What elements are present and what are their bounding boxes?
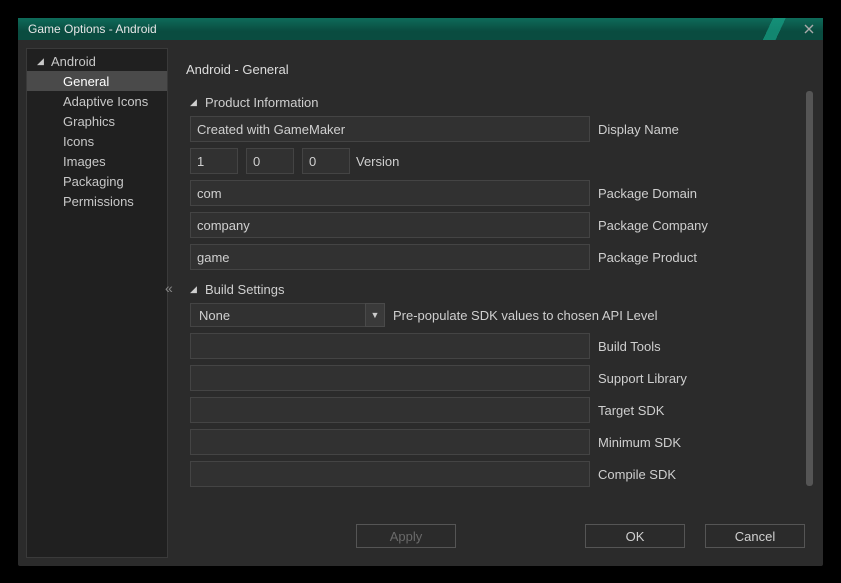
dialog-window: Game Options - Android ◢ Android General… [18,18,823,566]
sidebar-item-label: Images [63,154,106,169]
sidebar-item-label: General [63,74,109,89]
sidebar-item-graphics[interactable]: Graphics [27,111,167,131]
row-build-tools: Build Tools [190,333,795,359]
sidebar-item-label: Packaging [63,174,124,189]
page-title: Android - General [174,48,815,87]
chevron-down-icon[interactable]: ▼ [365,303,385,327]
disclosure-triangle-icon: ◢ [37,56,47,67]
ok-button[interactable]: OK [585,524,685,548]
row-version: Version [190,148,795,174]
row-display-name: Display Name [190,116,795,142]
compile-sdk-input[interactable] [190,461,590,487]
package-product-label: Package Product [598,250,795,265]
support-library-input[interactable] [190,365,590,391]
section-title: Product Information [205,95,318,110]
section-header-build-settings[interactable]: ◢ Build Settings [190,282,795,297]
target-sdk-label: Target SDK [598,403,795,418]
row-package-product: Package Product [190,244,795,270]
row-target-sdk: Target SDK [190,397,795,423]
footer-spacer [476,524,565,548]
version-patch-input[interactable] [302,148,350,174]
display-name-label: Display Name [598,122,795,137]
support-library-label: Support Library [598,371,795,386]
sdk-preset-label: Pre-populate SDK values to chosen API Le… [393,308,795,323]
settings-scroll-area: ◢ Product Information Display Name Versi… [174,87,815,516]
dialog-footer: Apply OK Cancel [174,516,815,558]
version-major-input[interactable] [190,148,238,174]
sidebar-item-packaging[interactable]: Packaging [27,171,167,191]
row-compile-sdk: Compile SDK [190,461,795,487]
cancel-button[interactable]: Cancel [705,524,805,548]
sidebar-item-general[interactable]: General [27,71,167,91]
minimum-sdk-input[interactable] [190,429,590,455]
sidebar-root-label: Android [51,54,96,69]
sidebar: ◢ Android General Adaptive Icons Graphic… [26,48,168,558]
version-label: Version [356,154,795,169]
sidebar-root-android[interactable]: ◢ Android [27,52,167,71]
section-header-product-info[interactable]: ◢ Product Information [190,95,795,110]
apply-button[interactable]: Apply [356,524,456,548]
package-company-input[interactable] [190,212,590,238]
sidebar-collapse-handle[interactable]: « [165,280,173,296]
version-minor-input[interactable] [246,148,294,174]
package-product-input[interactable] [190,244,590,270]
compile-sdk-label: Compile SDK [598,467,795,482]
sidebar-item-label: Permissions [63,194,134,209]
dialog-body: ◢ Android General Adaptive Icons Graphic… [18,40,823,566]
main-panel: Android - General ◢ Product Information … [174,48,815,558]
sidebar-item-adaptive-icons[interactable]: Adaptive Icons [27,91,167,111]
close-button[interactable] [801,21,817,37]
close-icon [804,24,814,34]
display-name-input[interactable] [190,116,590,142]
sidebar-item-icons[interactable]: Icons [27,131,167,151]
sidebar-item-label: Adaptive Icons [63,94,148,109]
build-tools-input[interactable] [190,333,590,359]
sidebar-item-images[interactable]: Images [27,151,167,171]
row-package-domain: Package Domain [190,180,795,206]
titlebar-decor [745,18,805,40]
sdk-preset-select[interactable]: None ▼ [190,303,385,327]
row-support-library: Support Library [190,365,795,391]
row-package-company: Package Company [190,212,795,238]
sdk-preset-value: None [190,303,365,327]
row-sdk-preset: None ▼ Pre-populate SDK values to chosen… [190,303,795,327]
section-title: Build Settings [205,282,285,297]
target-sdk-input[interactable] [190,397,590,423]
package-company-label: Package Company [598,218,795,233]
titlebar[interactable]: Game Options - Android [18,18,823,40]
sidebar-item-label: Graphics [63,114,115,129]
scrollbar-vertical[interactable] [806,91,813,486]
disclosure-triangle-icon: ◢ [190,284,202,295]
package-domain-input[interactable] [190,180,590,206]
disclosure-triangle-icon: ◢ [190,97,202,108]
sidebar-item-permissions[interactable]: Permissions [27,191,167,211]
window-title: Game Options - Android [28,22,157,36]
package-domain-label: Package Domain [598,186,795,201]
sidebar-item-label: Icons [63,134,94,149]
row-minimum-sdk: Minimum SDK [190,429,795,455]
build-tools-label: Build Tools [598,339,795,354]
minimum-sdk-label: Minimum SDK [598,435,795,450]
